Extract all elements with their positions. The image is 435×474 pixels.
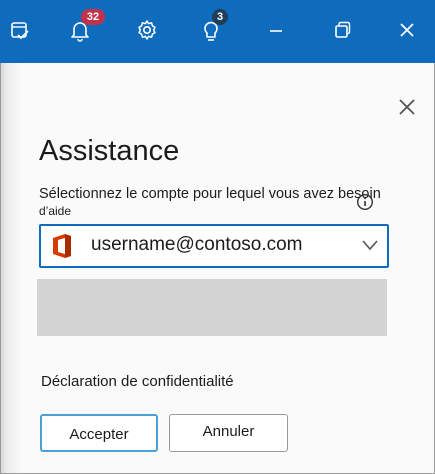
account-dropdown[interactable]: username@contoso.com (39, 224, 389, 268)
restore-icon[interactable] (328, 16, 356, 44)
title-bar: 32 3 (0, 0, 435, 63)
info-icon[interactable] (356, 193, 374, 211)
privacy-statement-link[interactable]: Déclaration de confidentialité (41, 373, 234, 390)
accept-button[interactable]: Accepter (40, 414, 158, 452)
notifications-badge: 32 (81, 9, 105, 25)
prompt-line-1: Sélectionnez le compte pour lequel vous … (39, 186, 381, 202)
assistance-pane: Assistance Sélectionnez le compte pour l… (0, 63, 435, 474)
task-check-icon[interactable] (6, 16, 34, 44)
gear-icon[interactable] (133, 16, 161, 44)
minimize-icon[interactable] (262, 16, 290, 44)
content-placeholder (37, 279, 387, 336)
office-logo-icon (51, 233, 73, 259)
pane-close-icon[interactable] (395, 95, 419, 119)
chevron-down-icon (361, 238, 379, 252)
dialog-title: Assistance (39, 135, 180, 167)
close-icon[interactable] (393, 16, 421, 44)
cancel-button[interactable]: Annuler (169, 414, 288, 452)
ideas-badge: 3 (212, 9, 228, 25)
selected-account: username@contoso.com (91, 234, 303, 255)
